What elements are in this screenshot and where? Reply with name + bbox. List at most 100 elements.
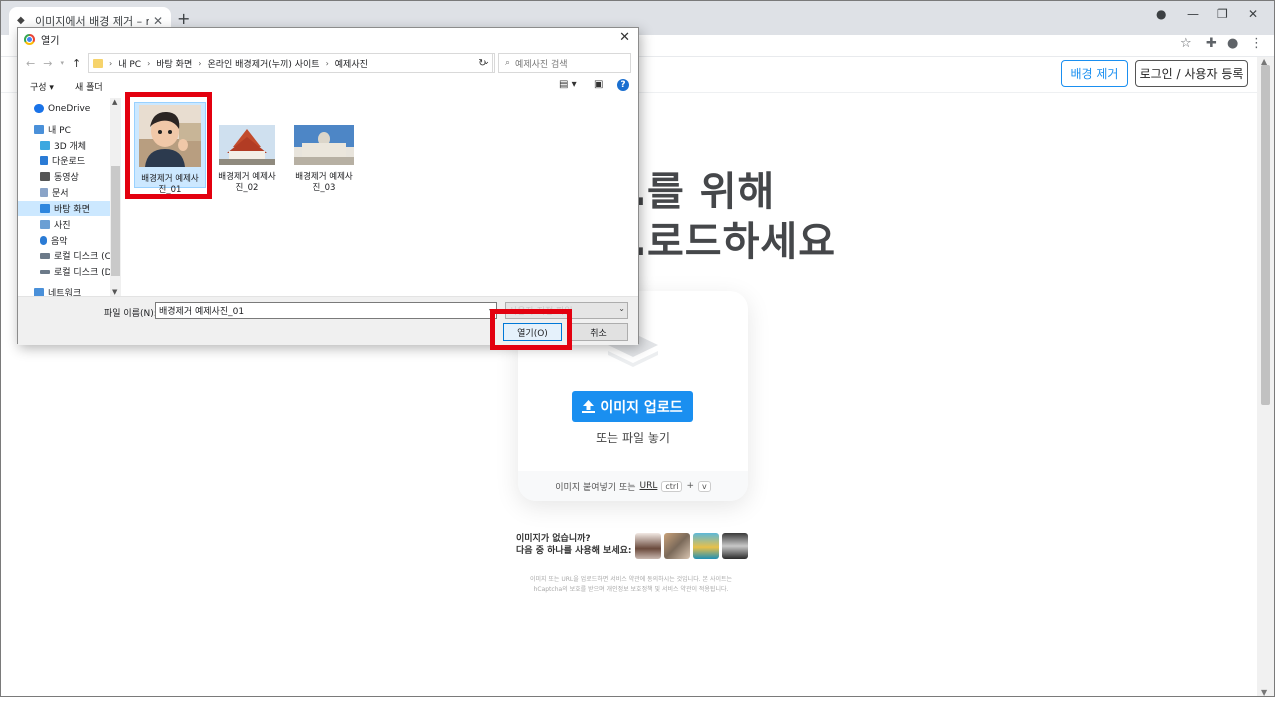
file-name-line-2: 진_03: [312, 183, 336, 193]
sample-images: [635, 533, 748, 559]
upload-button-label: 이미지 업로드: [600, 399, 683, 416]
sidebar-item-label: 다운로드: [52, 157, 86, 167]
sidebar-item-desktop[interactable]: 바탕 화면: [18, 201, 110, 216]
sidebar-item-label: 로컬 디스크 (C:): [54, 252, 118, 262]
profile-icon[interactable]: ●: [1156, 7, 1166, 21]
video-icon: [40, 172, 50, 181]
cancel-button[interactable]: 취소: [569, 323, 628, 341]
cube-icon: [40, 141, 50, 150]
dialog-nav-bar: ← → ▾ ↑ › 내 PC › 바탕 화면 › 온라인 배경제거(누끼) 사이…: [18, 50, 638, 76]
search-box[interactable]: ⌕ 예제사진 검색: [498, 53, 631, 73]
address-bar[interactable]: › 내 PC › 바탕 화면 › 온라인 배경제거(누끼) 사이트 › 예제사진…: [88, 53, 495, 73]
scroll-down-icon[interactable]: ▼: [112, 288, 117, 296]
chrome-icon: [24, 33, 35, 45]
refresh-button[interactable]: ↻: [473, 53, 493, 73]
sample-image-car[interactable]: [722, 533, 748, 559]
sample-image-animal[interactable]: [664, 533, 690, 559]
filename-input[interactable]: 배경제거 예제사진_01 ⌄: [155, 302, 497, 319]
sidebar-item-label: 네트워크: [48, 289, 82, 296]
file-item-02[interactable]: 배경제거 예제사 진_02: [211, 102, 283, 194]
picture-icon: [40, 220, 50, 229]
scroll-down-icon[interactable]: ▼: [1261, 688, 1267, 696]
sidebar-item-network[interactable]: 네트워크: [18, 285, 110, 296]
open-file-dialog: 열기 ✕ ← → ▾ ↑ › 내 PC › 바탕 화면 › 온라인 배경제거(누…: [17, 27, 639, 345]
sidebar-item-pictures[interactable]: 사진: [18, 217, 110, 232]
no-image-line-1: 이미지가 없습니까?: [516, 534, 591, 544]
breadcrumb-item[interactable]: 온라인 배경제거(누끼) 사이트: [207, 57, 319, 70]
terms-line-1: 이미지 또는 URL을 업로드하면 서비스 약관에 동의하시는 것입니다. 본 …: [529, 576, 733, 583]
download-icon: [40, 156, 48, 165]
sidebar-item-onedrive[interactable]: OneDrive: [18, 101, 110, 116]
kbd-ctrl: ctrl: [661, 480, 683, 492]
dialog-close-button[interactable]: ✕: [619, 30, 630, 45]
extensions-icon[interactable]: ✚: [1206, 36, 1217, 51]
file-thumbnail-03: [294, 125, 354, 165]
sample-image-woman[interactable]: [635, 533, 661, 559]
sidebar-item-label: 음악: [51, 237, 68, 247]
remove-bg-nav-button[interactable]: 배경 제거: [1061, 60, 1128, 87]
navigation-scrollbar[interactable]: ▲ ▼: [110, 98, 121, 296]
breadcrumb-item[interactable]: 바탕 화면: [156, 57, 192, 70]
no-image-text: 이미지가 없습니까? 다음 중 하나를 사용해 보세요:: [516, 533, 632, 557]
new-folder-button[interactable]: 새 폴더: [75, 80, 103, 93]
chevron-down-icon[interactable]: ⌄: [618, 304, 625, 313]
sidebar-item-label: 문서: [52, 189, 69, 199]
sidebar-item-label: 3D 개체: [54, 142, 87, 152]
login-register-button[interactable]: 로그인 / 사용자 등록: [1135, 60, 1248, 87]
network-icon: [34, 288, 44, 296]
sidebar-item-local-disk-c[interactable]: 로컬 디스크 (C:): [18, 248, 117, 263]
file-name-line-1: 배경제거 예제사: [218, 172, 276, 182]
up-arrow-icon[interactable]: ↑: [72, 57, 81, 70]
sidebar-item-local-disk-d[interactable]: 로컬 디스크 (D:): [18, 264, 118, 279]
drive-icon: [40, 252, 50, 259]
scroll-thumb[interactable]: [1261, 65, 1270, 405]
bookmark-star-icon[interactable]: ☆: [1180, 36, 1192, 51]
desktop-icon: [40, 204, 50, 213]
sidebar-item-documents[interactable]: 문서: [18, 185, 110, 200]
view-options-icon[interactable]: ▤ ▾: [559, 79, 577, 90]
document-icon: [40, 188, 48, 197]
cloud-icon: [34, 104, 44, 113]
minimize-button[interactable]: —: [1187, 7, 1199, 21]
file-item-03[interactable]: 배경제거 예제사 진_03: [288, 102, 360, 194]
breadcrumb-item[interactable]: 예제사진: [335, 57, 368, 70]
upload-image-button[interactable]: 이미지 업로드: [572, 391, 693, 422]
organize-button[interactable]: 구성 ▾: [30, 80, 54, 93]
scroll-up-icon[interactable]: ▲: [112, 98, 117, 106]
scroll-thumb[interactable]: [111, 166, 120, 276]
sidebar-item-music[interactable]: 음악: [18, 233, 110, 248]
menu-kebab-icon[interactable]: ⋮: [1250, 36, 1263, 51]
new-tab-button[interactable]: +: [177, 9, 190, 28]
sample-image-object[interactable]: [693, 533, 719, 559]
computer-icon: [34, 125, 44, 134]
no-image-line-2: 다음 중 하나를 사용해 보세요:: [516, 546, 632, 556]
recent-dropdown-icon[interactable]: ▾: [60, 59, 64, 67]
tab-close-icon[interactable]: ✕: [153, 14, 163, 28]
filename-value: 배경제거 예제사진_01: [159, 307, 245, 317]
preview-pane-icon[interactable]: ▣: [594, 79, 603, 90]
filename-label: 파일 이름(N):: [104, 309, 157, 319]
search-placeholder: 예제사진 검색: [515, 59, 568, 70]
drop-file-text: 또는 파일 놓기: [596, 431, 670, 445]
kbd-v: v: [697, 480, 711, 492]
help-icon[interactable]: ?: [617, 79, 629, 91]
sidebar-item-videos[interactable]: 동영상: [18, 169, 110, 184]
sidebar-item-my-pc[interactable]: 내 PC: [18, 122, 110, 137]
sidebar-item-downloads[interactable]: 다운로드: [18, 153, 110, 168]
sidebar-item-label: 동영상: [54, 173, 79, 183]
sidebar-item-label: 바탕 화면: [54, 205, 90, 215]
page-scrollbar[interactable]: ▲ ▼: [1257, 57, 1274, 696]
account-icon[interactable]: ●: [1227, 36, 1238, 51]
dialog-title-bar: 열기 ✕: [18, 28, 638, 50]
back-arrow-icon[interactable]: ←: [26, 57, 35, 70]
sidebar-item-3d-objects[interactable]: 3D 개체: [18, 138, 110, 153]
restore-button[interactable]: ❐: [1217, 7, 1228, 21]
sidebar-item-label: 로컬 디스크 (D:): [54, 268, 119, 278]
file-thumbnail-02: [219, 125, 275, 165]
breadcrumb-item[interactable]: 내 PC: [118, 57, 141, 70]
forward-arrow-icon[interactable]: →: [43, 57, 52, 70]
paste-url-link[interactable]: URL: [640, 481, 658, 491]
paste-hint: 이미지 붙여넣기 또는 URL ctrl + v: [518, 471, 748, 501]
sidebar-item-label: 내 PC: [48, 126, 71, 136]
window-close-button[interactable]: ✕: [1248, 7, 1258, 21]
